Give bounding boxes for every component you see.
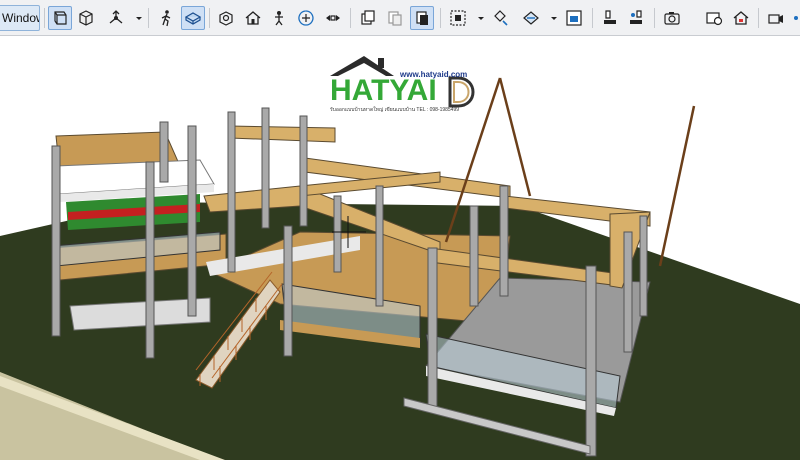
solid-view-icon[interactable] bbox=[74, 6, 98, 30]
logo-name: HATYAI bbox=[330, 74, 437, 107]
sun-study-icon[interactable] bbox=[294, 6, 318, 30]
object-snap-icon[interactable] bbox=[214, 6, 238, 30]
section-box-icon[interactable] bbox=[519, 6, 543, 30]
3d-navigation-icon[interactable] bbox=[181, 6, 205, 30]
more-icon[interactable] bbox=[789, 6, 800, 30]
toolbar-separator bbox=[148, 8, 149, 28]
camera-icon[interactable] bbox=[660, 6, 684, 30]
hatyaid-logo: www.hatyaid.com HATYAI รับออกแบบบ้านหาดใ… bbox=[328, 54, 478, 114]
toolbar-separator bbox=[654, 8, 655, 28]
paste-view-icon[interactable] bbox=[383, 6, 407, 30]
copy-view-icon[interactable] bbox=[356, 6, 380, 30]
material-picker-icon[interactable] bbox=[624, 6, 648, 30]
window-menu-button[interactable]: Window bbox=[0, 5, 40, 31]
3d-viewport[interactable]: www.hatyaid.com HATYAI รับออกแบบบ้านหาดใ… bbox=[0, 36, 800, 460]
wireframe-view-icon[interactable] bbox=[48, 6, 72, 30]
show-hide-icon[interactable] bbox=[488, 6, 512, 30]
walk-through-icon[interactable] bbox=[154, 6, 178, 30]
toolbar-separator bbox=[209, 8, 210, 28]
toolbar-separator bbox=[592, 8, 593, 28]
chevron-down-icon[interactable] bbox=[134, 10, 144, 24]
orbit-icon[interactable] bbox=[321, 6, 345, 30]
chevron-down-icon[interactable] bbox=[476, 10, 486, 24]
beam-upper bbox=[229, 125, 336, 143]
paint-icon[interactable] bbox=[598, 6, 622, 30]
toolbar-separator bbox=[44, 8, 45, 28]
toolbar-separator bbox=[440, 8, 441, 28]
logo-tagline: รับออกแบบบ้านหาดใหญ่ เขียนแบบบ้าน TEL : … bbox=[330, 107, 460, 113]
person-view-icon[interactable] bbox=[267, 6, 291, 30]
toolbar-separator bbox=[350, 8, 351, 28]
save-view-icon[interactable] bbox=[562, 6, 586, 30]
chevron-down-icon[interactable] bbox=[549, 10, 559, 24]
render-mode-icon[interactable] bbox=[104, 6, 128, 30]
house-icon[interactable] bbox=[729, 6, 753, 30]
render-image-icon[interactable] bbox=[702, 6, 726, 30]
video-camera-icon[interactable] bbox=[764, 6, 788, 30]
toolbar: Window bbox=[0, 0, 800, 36]
home-view-icon[interactable] bbox=[241, 6, 265, 30]
marquee-icon[interactable] bbox=[446, 6, 470, 30]
toolbar-separator bbox=[758, 8, 759, 28]
filter-icon[interactable] bbox=[410, 6, 434, 30]
